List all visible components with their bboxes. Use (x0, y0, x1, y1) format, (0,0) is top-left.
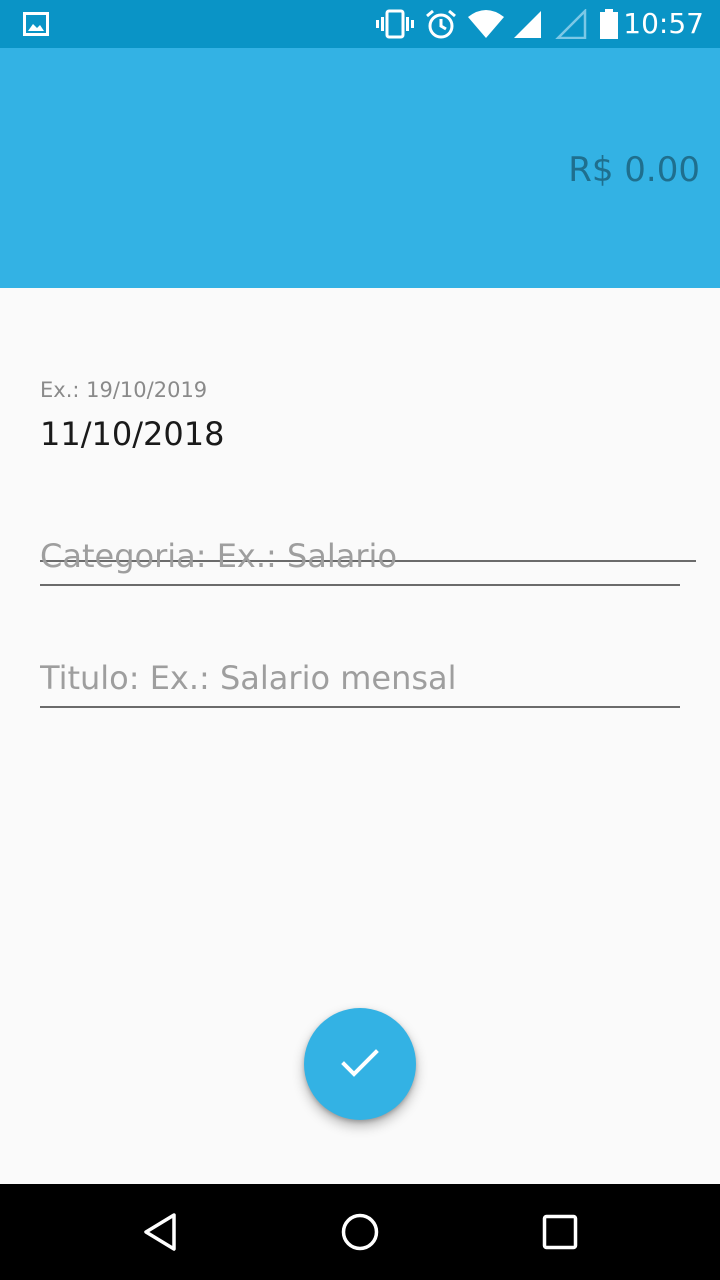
status-bar: 10:57 (0, 0, 720, 48)
categoria-input[interactable] (40, 534, 680, 578)
battery-icon (598, 0, 620, 48)
signal-icon (510, 0, 544, 48)
titulo-input[interactable] (40, 656, 680, 700)
image-icon (22, 0, 50, 48)
navigation-bar (0, 1184, 720, 1280)
vibrate-icon (376, 0, 414, 48)
home-button[interactable] (300, 1184, 420, 1280)
categoria-field-underline (40, 584, 680, 586)
titulo-field (40, 650, 680, 710)
balance-amount: R$ 0.00 (568, 150, 700, 190)
recents-icon (542, 1214, 578, 1250)
signal-outline-icon (554, 0, 588, 48)
status-time: 10:57 (623, 7, 704, 40)
back-icon (142, 1212, 178, 1252)
check-icon (340, 1048, 380, 1080)
wifi-icon (466, 0, 506, 48)
alarm-icon (424, 0, 458, 48)
recents-button[interactable] (500, 1184, 620, 1280)
date-input[interactable] (40, 412, 696, 456)
back-button[interactable] (100, 1184, 220, 1280)
date-field-hint: Ex.: 19/10/2019 (40, 378, 208, 402)
titulo-field-underline (40, 706, 680, 708)
date-field: Ex.: 19/10/2019 (40, 378, 696, 562)
confirm-button[interactable] (304, 1008, 416, 1120)
home-icon (340, 1212, 380, 1252)
categoria-field (40, 528, 680, 588)
